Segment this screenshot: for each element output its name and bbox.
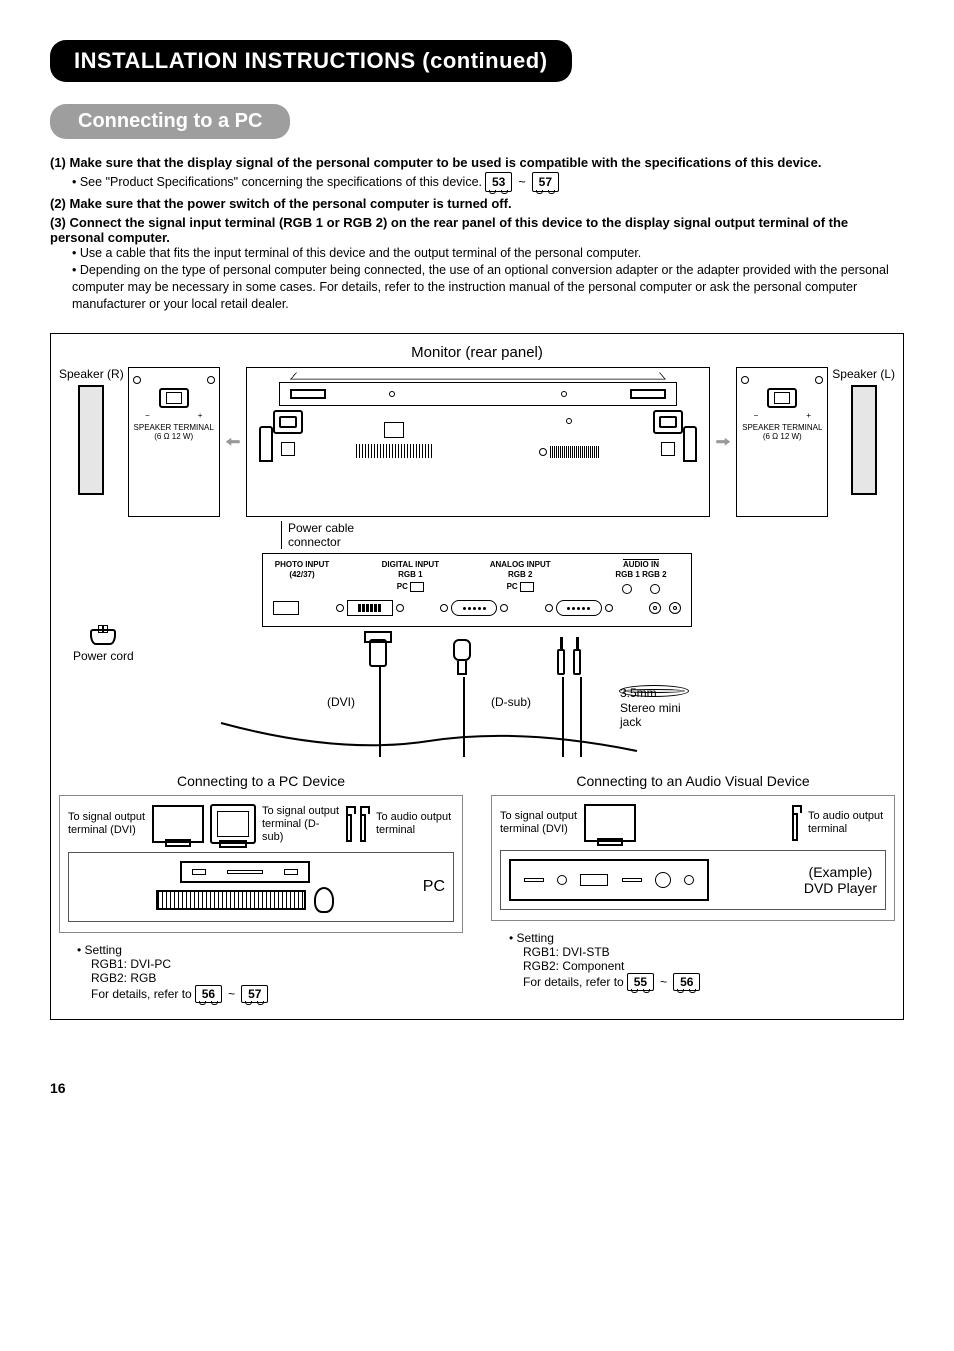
minus-icon: − — [754, 412, 759, 421]
speaker-r-label: Speaker (R) — [59, 367, 124, 381]
page-number: 16 — [50, 1080, 904, 1096]
arrow-left-icon — [226, 438, 240, 446]
av-connect-box: To signal output terminal (DVI) To audio… — [491, 795, 895, 921]
pc-connect-title: Connecting to a PC Device — [59, 773, 463, 789]
instruction-3-sub1: • Use a cable that fits the input termin… — [72, 245, 904, 262]
crt-monitor-icon — [210, 804, 256, 844]
mini-jack-plug-icon — [573, 637, 581, 675]
minus-icon: − — [145, 412, 150, 421]
cap-dvi: To signal output terminal (DVI) — [68, 811, 146, 837]
setting-ref: For details, refer to — [523, 975, 624, 989]
tilde: ~ — [518, 174, 525, 191]
port-analog-l2: RGB 2 — [508, 570, 532, 579]
speaker-l: Speaker (L) — [832, 367, 895, 517]
stereo-jack-annot: 3.5mm Stereo mini jack — [619, 685, 689, 697]
power-plug-icon — [90, 629, 116, 645]
av-connect-title: Connecting to an Audio Visual Device — [491, 773, 895, 789]
av-setting-block: • Setting RGB1: DVI-STB RGB2: Component … — [491, 931, 895, 991]
sub-heading: Connecting to a PC — [50, 104, 290, 139]
cap-audio: To audio output terminal — [808, 810, 886, 836]
setting-header: • Setting — [77, 943, 463, 957]
pc-device-icon — [77, 861, 413, 913]
speaker-terminal-r: −+ SPEAKER TERMINAL (6 Ω 12 W) — [128, 367, 220, 517]
speaker-l-label: Speaker (L) — [832, 367, 895, 381]
audio-jack-icon — [649, 602, 661, 614]
diagram-title: Monitor (rear panel) — [59, 344, 895, 361]
port-photo-l1: PHOTO INPUT — [275, 560, 330, 569]
port-audio-l2: RGB 1 RGB 2 — [615, 570, 666, 579]
dvi-port-icon — [347, 600, 393, 616]
setting-line-1: RGB1: DVI-PC — [77, 957, 463, 971]
plus-icon: + — [806, 412, 811, 421]
tilde: ~ — [228, 987, 235, 1001]
speaker-terminal-l: −+ SPEAKER TERMINAL (6 Ω 12 W) — [736, 367, 828, 517]
dvi-annot: (DVI) — [327, 695, 355, 709]
vga-port-icon — [451, 600, 497, 616]
dsub-cable-plug-icon — [453, 639, 471, 675]
tilde: ~ — [660, 975, 667, 989]
port-photo-l2: (42/37) — [289, 570, 314, 579]
mini-jack-plug-icon — [557, 637, 565, 675]
port-analog-l1: ANALOG INPUT — [490, 560, 551, 569]
page-ref-box: 56 — [195, 985, 222, 1003]
setting-line-1: RGB1: DVI-STB — [509, 945, 895, 959]
vga-port-icon — [556, 600, 602, 616]
power-cable-connector-label: Power cable connector — [281, 521, 371, 550]
dsub-annot: (D-sub) — [491, 695, 531, 709]
instruction-list: (1) Make sure that the display signal of… — [50, 155, 904, 313]
page-ref-box: 57 — [532, 172, 559, 192]
port-digital-l3: PC — [397, 582, 408, 591]
instruction-1-sub: • See "Product Specifications" concernin… — [72, 174, 482, 191]
instruction-3: (3) Connect the signal input terminal (R… — [50, 215, 904, 245]
audio-plug-icon — [792, 805, 802, 841]
plus-icon: + — [198, 412, 203, 421]
dvd-example-label: (Example) — [804, 864, 877, 880]
cable-swoop-icon — [219, 721, 639, 757]
monitor-rear-panel — [246, 367, 711, 517]
arrow-right-icon — [716, 438, 730, 446]
instruction-1: (1) Make sure that the display signal of… — [50, 155, 904, 170]
port-audio-l1: AUDIO IN — [623, 560, 659, 569]
speaker-terminal-text2: (6 Ω 12 W) — [134, 433, 214, 442]
pc-icon — [410, 582, 424, 592]
flat-monitor-icon — [152, 805, 204, 843]
flat-monitor-icon — [584, 804, 636, 842]
cap-audio: To audio output terminal — [376, 811, 454, 837]
audio-icon — [622, 584, 632, 594]
page-ref-box: 57 — [241, 985, 268, 1003]
diagram: Monitor (rear panel) Speaker (R) −+ SPEA… — [50, 333, 904, 1021]
cap-dsub: To signal output terminal (D-sub) — [262, 805, 340, 845]
setting-ref: For details, refer to — [91, 987, 192, 1001]
speaker-r: Speaker (R) — [59, 367, 124, 517]
setting-line-2: RGB2: RGB — [77, 971, 463, 985]
pc-connect-box: To signal output terminal (DVI) To signa… — [59, 795, 463, 933]
instruction-3-sub2: • Depending on the type of personal comp… — [72, 262, 904, 313]
audio-plug-icon — [346, 806, 370, 842]
audio-icon — [650, 584, 660, 594]
dvd-player-icon — [509, 859, 709, 901]
port-digital-l2: RGB 1 — [398, 570, 422, 579]
cap-dvi: To signal output terminal (DVI) — [500, 810, 578, 836]
setting-line-2: RGB2: Component — [509, 959, 895, 973]
port-digital-l1: DIGITAL INPUT — [382, 560, 439, 569]
main-heading: INSTALLATION INSTRUCTIONS (continued) — [50, 40, 572, 82]
setting-header: • Setting — [509, 931, 895, 945]
dvd-player-label: DVD Player — [804, 880, 877, 896]
audio-jack-icon — [669, 602, 681, 614]
page-ref-box: 53 — [485, 172, 512, 192]
dvi-cable-plug-icon — [369, 639, 387, 667]
pc-icon — [520, 582, 534, 592]
page-ref-box: 56 — [673, 973, 700, 991]
port-panel: PHOTO INPUT (42/37) DIGITAL INPUT RGB 1 … — [262, 553, 692, 627]
speaker-terminal-text2: (6 Ω 12 W) — [742, 433, 822, 442]
pc-setting-block: • Setting RGB1: DVI-PC RGB2: RGB For det… — [59, 943, 463, 1003]
page-ref-box: 55 — [627, 973, 654, 991]
port-analog-l3: PC — [507, 582, 518, 591]
instruction-2: (2) Make sure that the power switch of t… — [50, 196, 904, 211]
pc-label: PC — [423, 878, 445, 896]
photo-input-port-icon — [273, 601, 299, 615]
power-cord-label: Power cord — [73, 649, 134, 663]
